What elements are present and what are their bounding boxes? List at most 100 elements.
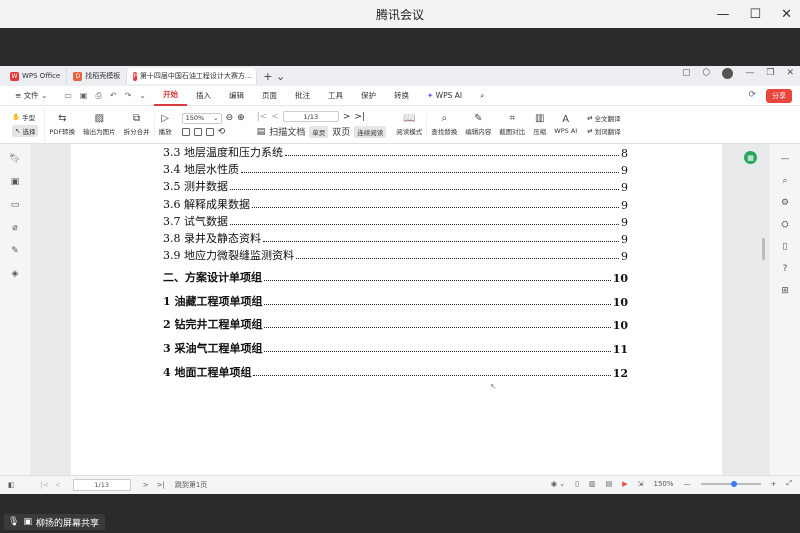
menu-convert[interactable]: 转换: [385, 86, 418, 106]
bookmark-icon[interactable]: 🔖︎: [9, 154, 20, 164]
zoom-select[interactable]: 150% ⌄: [181, 112, 222, 124]
reading-mode-button[interactable]: 📖 阅读模式: [392, 113, 426, 136]
share-button[interactable]: 分享: [766, 89, 792, 103]
zoom-slider[interactable]: [700, 480, 761, 487]
fit-view-icon[interactable]: ⇲: [638, 480, 644, 488]
toc-entry[interactable]: 3.9 地应力微裂缝监测资料 9: [163, 247, 628, 263]
zoom-slider-knob[interactable]: [730, 480, 737, 487]
cube-icon[interactable]: ⬡: [703, 68, 711, 79]
zoom-out-icon[interactable]: ⊖: [226, 113, 234, 123]
menu-search-icon[interactable]: ⌕: [471, 86, 493, 106]
zoom-in-icon[interactable]: ⊕: [237, 113, 245, 123]
more-icon[interactable]: ⌄: [139, 91, 146, 101]
fit-page-icon[interactable]: [181, 127, 190, 136]
tab-template[interactable]: D 找稻壳模板: [67, 68, 128, 84]
first-page-icon[interactable]: |<: [257, 112, 268, 122]
layers-icon[interactable]: ◈: [12, 269, 19, 279]
fit-width-icon[interactable]: [193, 127, 202, 136]
window-icon[interactable]: ▢: [682, 68, 691, 79]
open-icon[interactable]: ▭: [64, 91, 72, 101]
rotate-icon[interactable]: ⟲: [218, 127, 226, 137]
avatar[interactable]: [722, 68, 734, 79]
toc-entry[interactable]: 3.3 地层温度和压力系统 8: [163, 144, 628, 160]
status-prev-page-icon[interactable]: <: [55, 481, 61, 489]
status-first-page-icon[interactable]: |<: [41, 481, 49, 489]
tab-document[interactable]: P 第十四届中国石油工程设计大赛方...: [127, 68, 258, 84]
toc-entry[interactable]: 3.4 地层水性质 9: [163, 161, 628, 177]
hand-tool[interactable]: ✋ 手型: [12, 112, 38, 122]
word-translate-button[interactable]: ⇄ 划词翻译: [587, 126, 620, 136]
actual-size-icon[interactable]: [205, 127, 214, 136]
play-view-icon[interactable]: ▶: [622, 480, 627, 488]
status-next-page-icon[interactable]: >: [143, 481, 149, 489]
wps-ai-button[interactable]: A WPS AI: [550, 114, 581, 135]
menu-file[interactable]: 文件: [24, 90, 39, 101]
fullscreen-icon[interactable]: ⤢: [786, 479, 792, 488]
signature-icon[interactable]: ✎: [11, 246, 19, 256]
thumbnail-icon[interactable]: ▣: [11, 177, 20, 187]
prev-page-icon[interactable]: <: [271, 112, 279, 122]
adjust-icon[interactable]: ⚙: [781, 198, 789, 208]
redo-icon[interactable]: ↷: [125, 91, 132, 101]
toc-entry[interactable]: 3 采油气工程单项组 11: [163, 340, 628, 356]
full-translate-button[interactable]: ⇄ 全文翻译: [587, 113, 620, 123]
status-page-input[interactable]: 1/13: [72, 479, 131, 491]
continuous-button[interactable]: 连续阅读: [354, 125, 387, 138]
edit-content-button[interactable]: ✎ 编辑内容: [461, 113, 495, 136]
toc-entry[interactable]: 4 地面工程单项组 12: [163, 364, 628, 380]
maximize-icon[interactable]: ☐: [749, 7, 761, 22]
vertical-scrollbar[interactable]: [762, 238, 765, 260]
collapse-icon[interactable]: —: [781, 154, 790, 164]
cloud-sync-icon[interactable]: ⟳: [748, 90, 756, 100]
minimize-icon[interactable]: —: [716, 7, 729, 22]
zoom-out-status-icon[interactable]: —: [684, 480, 691, 488]
close-icon[interactable]: ✕: [781, 7, 792, 22]
pdf-convert-button[interactable]: ⇆ PDF转换: [45, 113, 79, 136]
eye-icon[interactable]: ◉ ⌄: [551, 480, 565, 488]
undo-icon[interactable]: ↶: [110, 91, 117, 101]
print-icon[interactable]: ⎙: [95, 91, 101, 101]
library-icon[interactable]: ▯: [783, 242, 788, 252]
goto-page-label[interactable]: 跳到第1页: [175, 480, 207, 490]
export-image-button[interactable]: ▨ 输出为图片: [79, 113, 120, 136]
zoom-in-status-icon[interactable]: +: [771, 480, 777, 488]
scan-doc-label[interactable]: 扫描文档: [269, 125, 305, 138]
play-button[interactable]: ▷ 播放: [153, 113, 176, 136]
find-replace-button[interactable]: ⌕ 查找替换: [426, 113, 461, 136]
menu-insert[interactable]: 插入: [187, 86, 220, 106]
help-icon[interactable]: ?: [783, 264, 788, 274]
split-merge-button[interactable]: ⧉ 拆分合并: [120, 113, 154, 136]
single-page-button[interactable]: 单页: [309, 125, 329, 138]
menu-comment[interactable]: 批注: [286, 86, 319, 106]
status-last-page-icon[interactable]: >|: [157, 481, 165, 489]
toc-entry[interactable]: 3.8 录井及静态资料 9: [163, 230, 628, 246]
next-page-icon[interactable]: >: [343, 112, 351, 122]
dual-page-button[interactable]: 双页: [332, 125, 350, 138]
toc-entry[interactable]: 3.7 试气数据 9: [163, 213, 628, 229]
tab-close-icon[interactable]: ✕: [786, 68, 794, 79]
toc-entry[interactable]: 二、方案设计单项组 10: [163, 269, 628, 285]
tab-restore-icon[interactable]: ❐: [766, 68, 774, 79]
right-search-icon[interactable]: ⌕: [782, 176, 787, 186]
select-tool[interactable]: ↖ 选择: [12, 125, 39, 137]
toc-entry[interactable]: 1 油藏工程项单项组 10: [163, 293, 628, 309]
sidebar-toggle-icon[interactable]: ◧: [8, 481, 15, 489]
more-apps-icon[interactable]: ⊞: [781, 286, 789, 296]
page-input[interactable]: 1/13: [282, 111, 339, 122]
toc-entry[interactable]: 3.5 测井数据 9: [163, 178, 628, 194]
compress-button[interactable]: ▥ 压缩: [529, 113, 550, 136]
menu-protect[interactable]: 保护: [352, 86, 385, 106]
menu-wps-ai[interactable]: ✦ WPS AI: [418, 86, 471, 106]
toc-entry[interactable]: 2 钻完井工程单项组 10: [163, 316, 628, 332]
menu-page[interactable]: 页面: [253, 86, 286, 106]
new-tab-icon[interactable]: + ⌄: [263, 70, 285, 83]
last-page-icon[interactable]: >|: [354, 112, 365, 122]
comment-icon[interactable]: ▭: [11, 200, 20, 210]
menu-tools[interactable]: 工具: [319, 86, 352, 106]
toc-entry[interactable]: 3.6 解释成果数据 9: [163, 196, 628, 212]
screenshot-compare-button[interactable]: ⌗ 截图对比: [495, 113, 529, 136]
dual-page-view-icon[interactable]: ▥: [589, 480, 596, 488]
menu-home[interactable]: 开始: [153, 86, 187, 106]
status-zoom-value[interactable]: 150%: [654, 480, 674, 488]
attachment-icon[interactable]: ⌀: [12, 223, 17, 233]
